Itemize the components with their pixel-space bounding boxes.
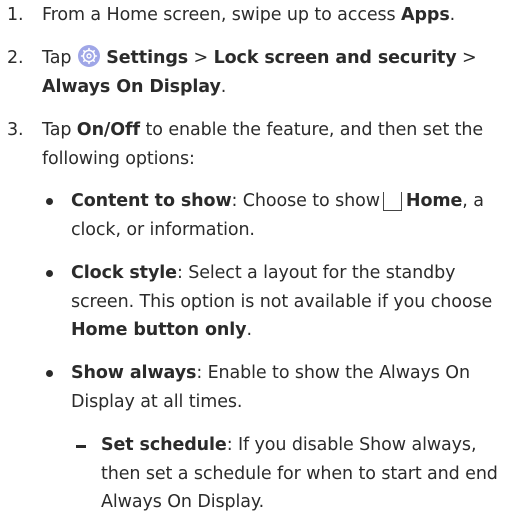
always-on-display-label: Always On Display bbox=[42, 76, 221, 97]
lock-screen-label: Lock screen and security bbox=[213, 48, 457, 68]
step-number: 2. bbox=[7, 48, 24, 68]
option-label: Show always bbox=[71, 363, 197, 383]
bullet-icon bbox=[46, 198, 53, 205]
bullet-icon bbox=[46, 270, 53, 277]
step-text: Tap On/Off to enable the feature, and th… bbox=[42, 120, 484, 169]
option-text: Clock style: Select a layout for the sta… bbox=[71, 263, 493, 340]
step-number: 1. bbox=[7, 5, 24, 25]
dash-icon bbox=[76, 445, 86, 448]
home-button-icon bbox=[382, 192, 402, 211]
suboption-label: Set schedule bbox=[101, 435, 227, 455]
home-label: Home bbox=[405, 191, 463, 211]
option-text: Show always: Enable to show the Always O… bbox=[71, 363, 470, 412]
option-label: Clock style bbox=[71, 263, 177, 283]
suboption-text: Set schedule: If you disable Show always… bbox=[101, 435, 498, 512]
apps-label: Apps bbox=[401, 5, 450, 25]
step-number: 3. bbox=[7, 120, 24, 140]
step-text: From a Home screen, swipe up to access A… bbox=[42, 5, 456, 25]
option-text: Content to show: Choose to show Home, a c… bbox=[71, 191, 484, 240]
home-button-only-label: Home button only bbox=[71, 320, 247, 340]
step-text: Tap Settings > Lock screen and security … bbox=[42, 44, 512, 101]
on-off-label: On/Off bbox=[76, 120, 141, 140]
settings-label: Settings bbox=[106, 48, 189, 68]
bullet-icon bbox=[46, 370, 53, 377]
option-label: Content to show bbox=[71, 191, 232, 211]
settings-gear-icon bbox=[77, 45, 100, 67]
